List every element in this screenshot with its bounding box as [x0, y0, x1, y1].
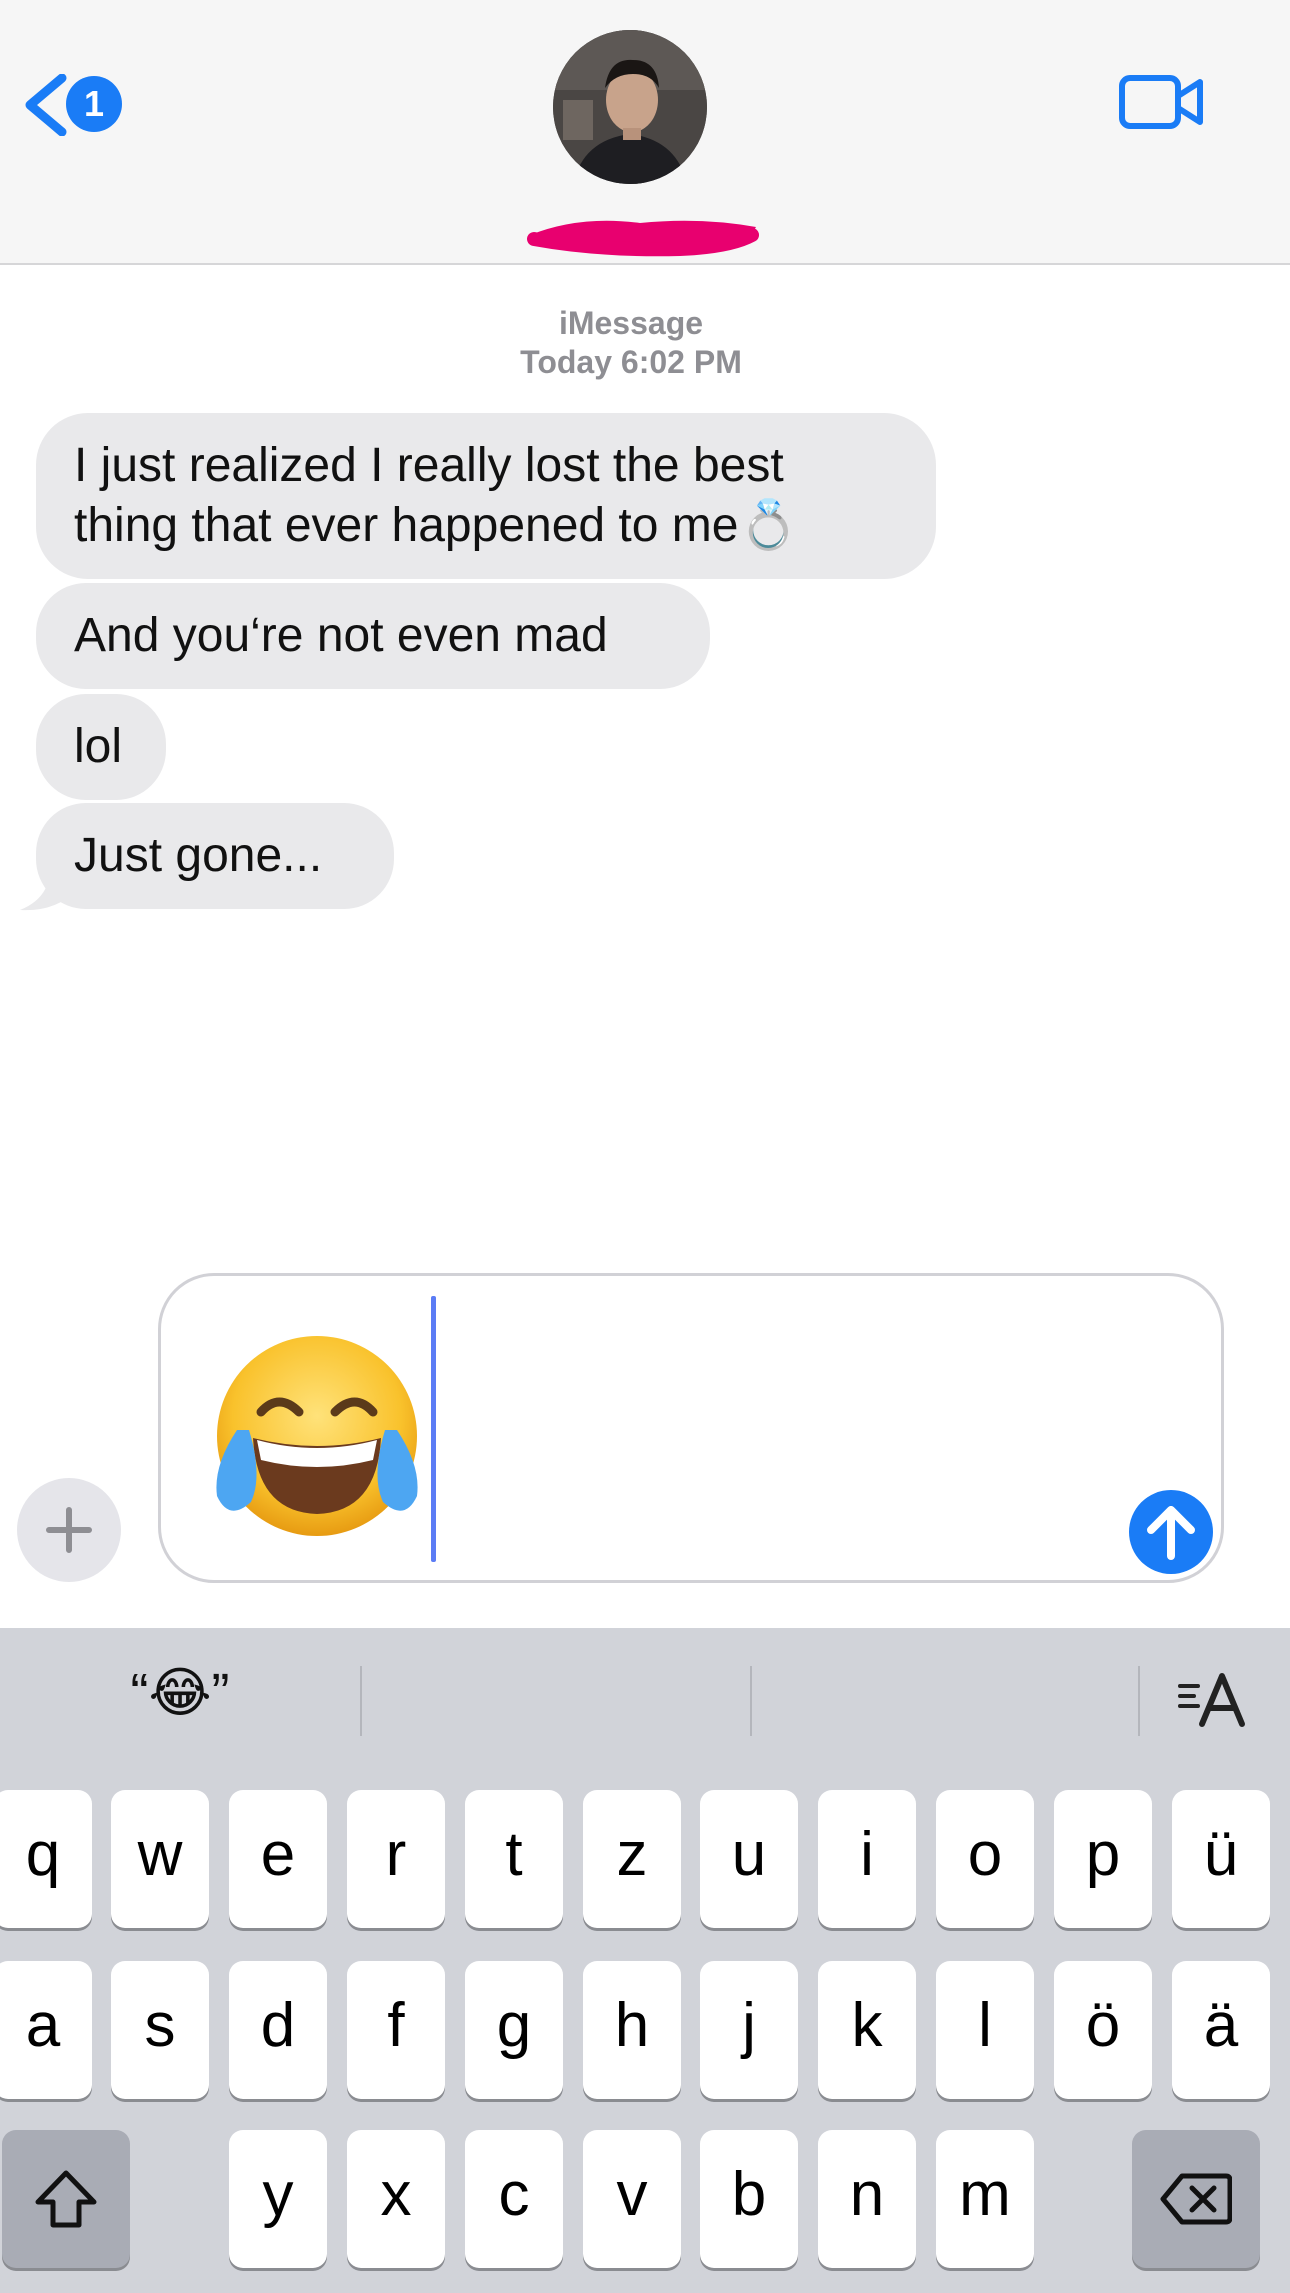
message-text: Just gone... [74, 829, 323, 882]
text-format-icon[interactable] [1178, 1672, 1248, 1728]
service-label: iMessage [558, 305, 704, 341]
key[interactable]: g [465, 1961, 563, 2099]
incoming-message-bubble[interactable]: And you‘re not even mad [36, 583, 710, 689]
predictive-bar: “😂” [0, 1628, 1290, 1758]
key[interactable]: ü [1172, 1790, 1270, 1928]
backspace-icon [1160, 2173, 1232, 2225]
key[interactable]: b [700, 2130, 798, 2268]
key[interactable]: h [583, 1961, 681, 2099]
backspace-key[interactable] [1132, 2130, 1260, 2268]
avatar-photo [553, 30, 707, 184]
message-input-field[interactable] [158, 1273, 1224, 1583]
key[interactable]: ö [1054, 1961, 1152, 2099]
shift-icon [35, 2170, 97, 2228]
key[interactable]: a [0, 1961, 92, 2099]
key[interactable]: e [229, 1790, 327, 1928]
key[interactable]: y [229, 2130, 327, 2268]
tears-of-joy-emoji [216, 1336, 418, 1536]
key[interactable]: n [818, 2130, 916, 2268]
key[interactable]: q [0, 1790, 92, 1928]
key[interactable]: o [936, 1790, 1034, 1928]
conversation-header: 1 [0, 0, 1290, 265]
key[interactable]: d [229, 1961, 327, 2099]
message-text: lol [74, 720, 123, 773]
incoming-message-bubble[interactable]: I just realized I really lost the best t… [36, 413, 936, 579]
key[interactable]: c [465, 2130, 563, 2268]
key[interactable]: u [700, 1790, 798, 1928]
key[interactable]: l [936, 1961, 1034, 2099]
bubble-tail [20, 868, 76, 911]
key[interactable]: w [111, 1790, 209, 1928]
key[interactable]: f [347, 1961, 445, 2099]
keyboard: “😂” q w e r t z u i o p ü a s d f g h j … [0, 1628, 1290, 2293]
key[interactable]: r [347, 1790, 445, 1928]
message-text: I just realized I really lost the best t… [74, 439, 799, 552]
apps-plus-button[interactable] [17, 1478, 121, 1582]
key[interactable]: k [818, 1961, 916, 2099]
message-timestamp: Today 6:02 PM [520, 344, 742, 380]
key[interactable]: j [700, 1961, 798, 2099]
key[interactable]: i [818, 1790, 916, 1928]
message-text: And you‘re not even mad [74, 609, 608, 662]
chevron-left-icon [25, 74, 67, 136]
key[interactable]: m [936, 2130, 1034, 2268]
shift-key[interactable] [2, 2130, 130, 2268]
key[interactable]: v [583, 2130, 681, 2268]
key[interactable]: z [583, 1790, 681, 1928]
video-camera-icon [1119, 75, 1203, 129]
key[interactable]: t [465, 1790, 563, 1928]
incoming-message-bubble[interactable]: lol [36, 694, 166, 800]
key[interactable]: p [1054, 1790, 1152, 1928]
contact-avatar[interactable] [553, 30, 707, 184]
suggestion-item-empty[interactable] [752, 1628, 1138, 1758]
facetime-video-button[interactable] [1118, 70, 1206, 134]
suggestion-item-empty[interactable] [362, 1628, 750, 1758]
send-arrow-icon [1147, 1506, 1195, 1560]
unread-badge: 1 [66, 76, 122, 132]
suggestion-divider [1138, 1666, 1140, 1736]
key[interactable]: ä [1172, 1961, 1270, 2099]
key[interactable]: s [111, 1961, 209, 2099]
send-button[interactable] [1129, 1490, 1213, 1574]
text-cursor [431, 1296, 436, 1562]
incoming-message-bubble[interactable]: Just gone... [36, 803, 394, 909]
back-button[interactable]: 1 [22, 70, 132, 136]
redacted-name-scribble [527, 220, 759, 257]
plus-icon [46, 1507, 92, 1553]
suggestion-item[interactable]: “😂” [0, 1628, 360, 1758]
key[interactable]: x [347, 2130, 445, 2268]
